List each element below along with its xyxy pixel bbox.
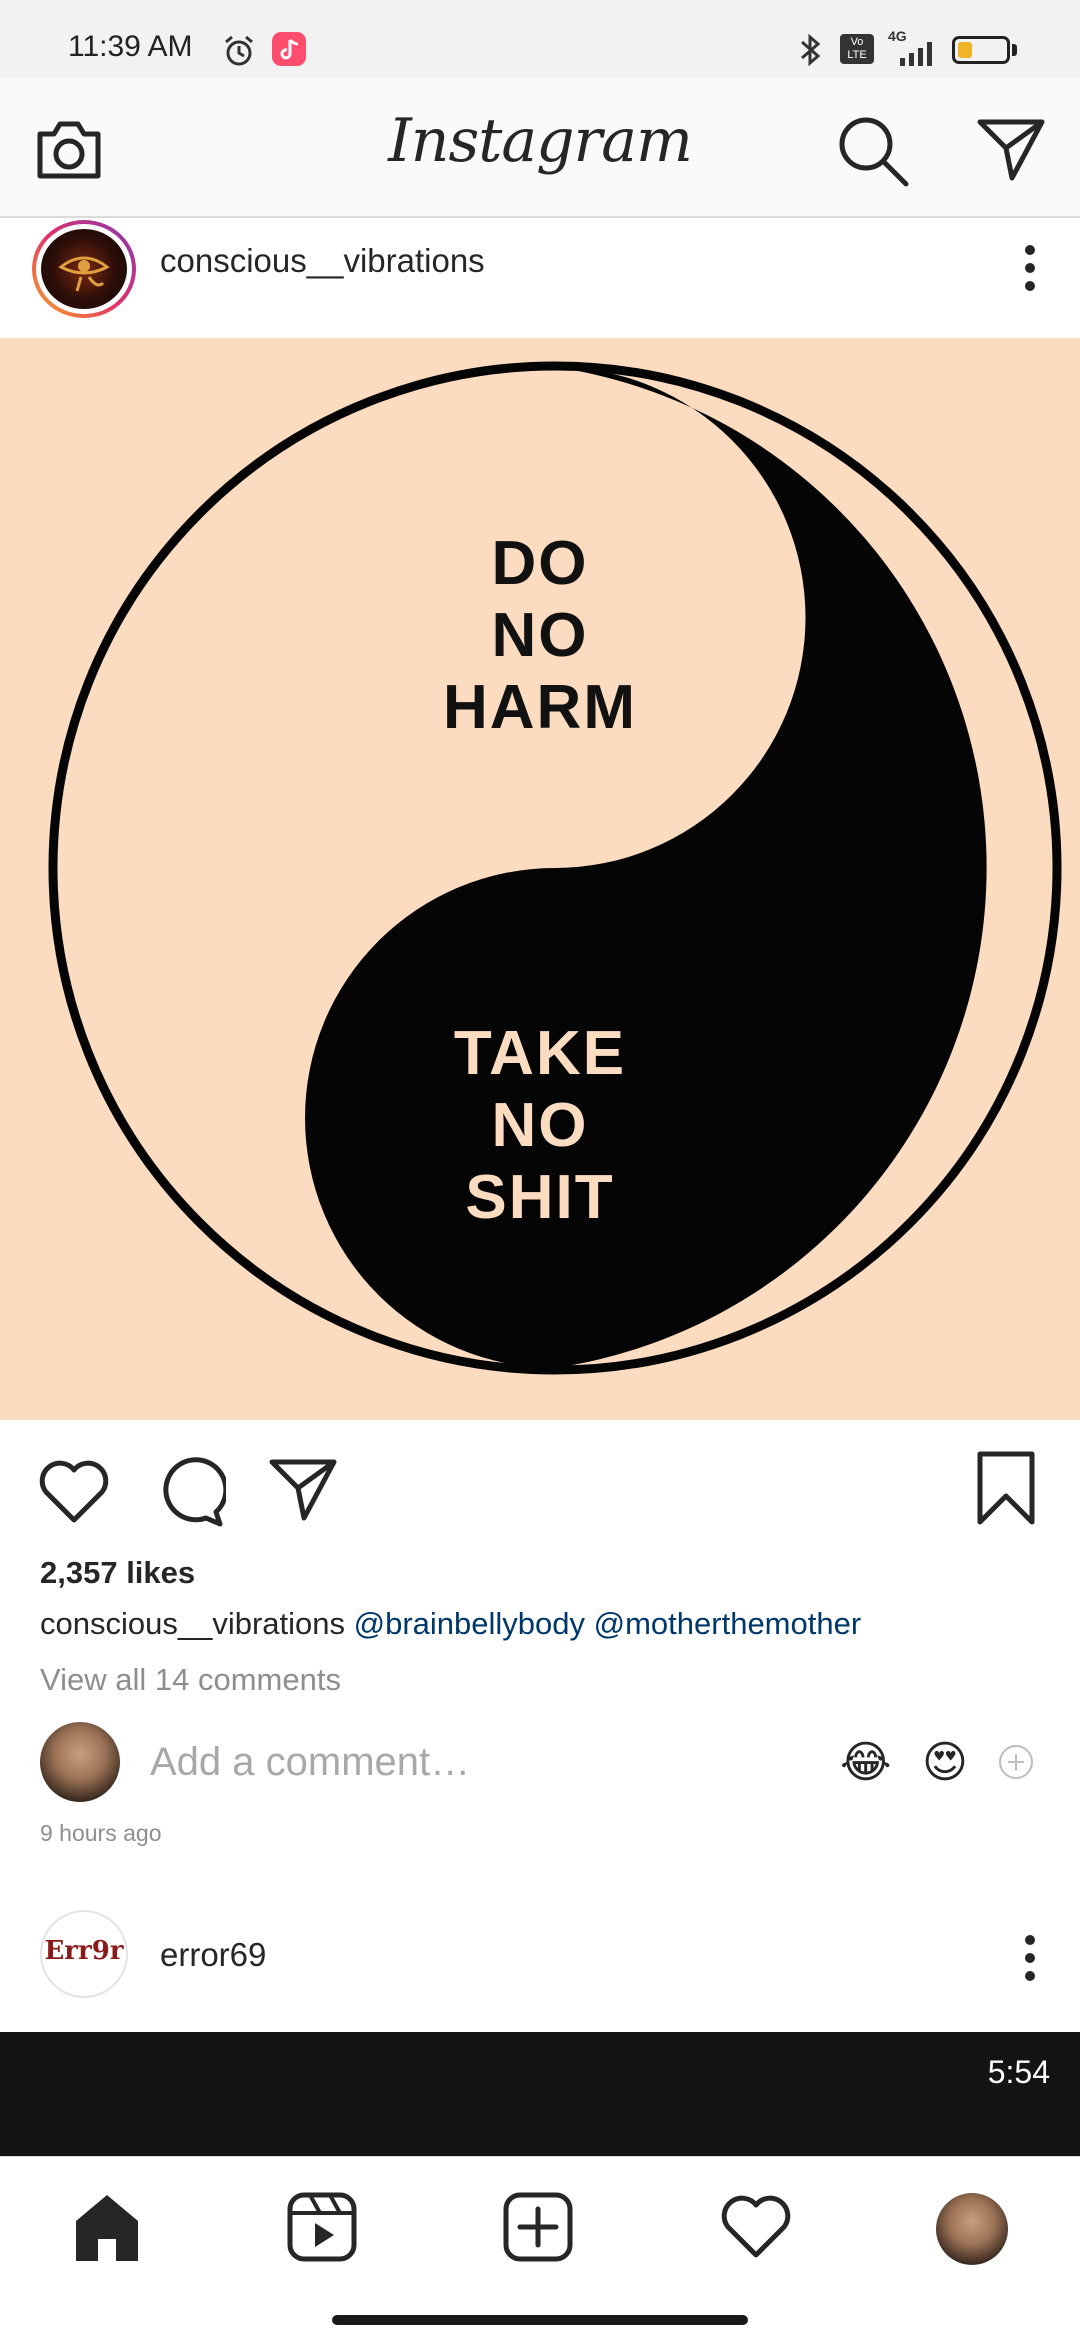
status-time: 11:39 AM bbox=[68, 30, 193, 63]
image-text-bottom: TAKE NO SHIT bbox=[453, 1019, 627, 1232]
post-timestamp: 9 hours ago bbox=[40, 1820, 162, 1846]
profile-avatar-button[interactable] bbox=[936, 2193, 1008, 2265]
emoji-heart-eyes-button[interactable]: 😍 bbox=[922, 1738, 968, 1788]
caption: conscious__vibrations @brainbellybody @m… bbox=[40, 1606, 861, 1642]
like-heart-icon[interactable] bbox=[36, 1456, 112, 1526]
volte-icon: Vo LTE bbox=[840, 34, 874, 64]
battery-level bbox=[958, 42, 972, 58]
yin-yang-graphic bbox=[48, 361, 1062, 1375]
comment-icon[interactable] bbox=[154, 1456, 226, 1528]
reels-icon[interactable] bbox=[286, 2191, 358, 2263]
status-bar: 11:39 AM Vo LTE 4G bbox=[0, 0, 1080, 78]
music-app-icon bbox=[272, 32, 306, 66]
story-avatar[interactable] bbox=[32, 220, 136, 318]
home-icon[interactable] bbox=[70, 2191, 144, 2263]
image-text-top: DO NO HARM bbox=[443, 529, 637, 742]
more-options-icon[interactable] bbox=[1010, 238, 1050, 298]
new-post-icon[interactable] bbox=[502, 2191, 574, 2263]
avatar bbox=[40, 1722, 120, 1802]
direct-message-icon[interactable] bbox=[976, 116, 1046, 182]
avatar-logo-text: Err9r bbox=[44, 1936, 124, 1966]
signal-icon bbox=[900, 42, 932, 66]
caption-username[interactable]: conscious__vibrations bbox=[40, 1606, 345, 1641]
video-duration: 5:54 bbox=[987, 2054, 1050, 2090]
app-header: Instagram bbox=[0, 78, 1080, 218]
battery-cap bbox=[1012, 44, 1017, 56]
add-comment-row: Add a comment… 😂 😍 bbox=[0, 1720, 1080, 1810]
bluetooth-icon bbox=[801, 33, 821, 67]
emoji-laugh-button[interactable]: 😂 bbox=[840, 1738, 891, 1788]
avatar bbox=[41, 229, 127, 309]
share-icon[interactable] bbox=[268, 1456, 338, 1522]
more-options-icon[interactable] bbox=[1010, 1928, 1050, 1988]
avatar[interactable]: Err9r bbox=[40, 1910, 128, 1998]
alarm-icon bbox=[225, 35, 253, 66]
post-actions bbox=[0, 1420, 1080, 1550]
activity-heart-icon[interactable] bbox=[718, 2191, 794, 2261]
instagram-logo[interactable]: Instagram bbox=[0, 106, 1080, 176]
post-image[interactable]: DO NO HARM TAKE NO SHIT bbox=[0, 338, 1080, 1420]
search-icon[interactable] bbox=[836, 114, 910, 188]
home-indicator[interactable] bbox=[332, 2315, 748, 2325]
post-username[interactable]: error69 bbox=[160, 1936, 266, 1974]
bookmark-icon[interactable] bbox=[974, 1450, 1038, 1526]
video-preview[interactable]: 5:54 bbox=[0, 2032, 1080, 2156]
add-emoji-icon[interactable] bbox=[998, 1744, 1034, 1780]
view-all-comments-link[interactable]: View all 14 comments bbox=[40, 1662, 341, 1698]
eye-of-horus-icon bbox=[58, 256, 110, 292]
post-header: conscious__vibrations bbox=[0, 220, 1080, 338]
bottom-nav bbox=[0, 2156, 1080, 2340]
battery-icon bbox=[952, 36, 1010, 64]
like-count[interactable]: 2,357 likes bbox=[40, 1555, 195, 1591]
caption-mentions[interactable]: @brainbellybody @motherthemother bbox=[354, 1606, 862, 1641]
post-username[interactable]: conscious__vibrations bbox=[160, 242, 485, 280]
post-header: Err9r error69 bbox=[0, 1910, 1080, 2030]
comment-input[interactable]: Add a comment… bbox=[150, 1740, 470, 1785]
